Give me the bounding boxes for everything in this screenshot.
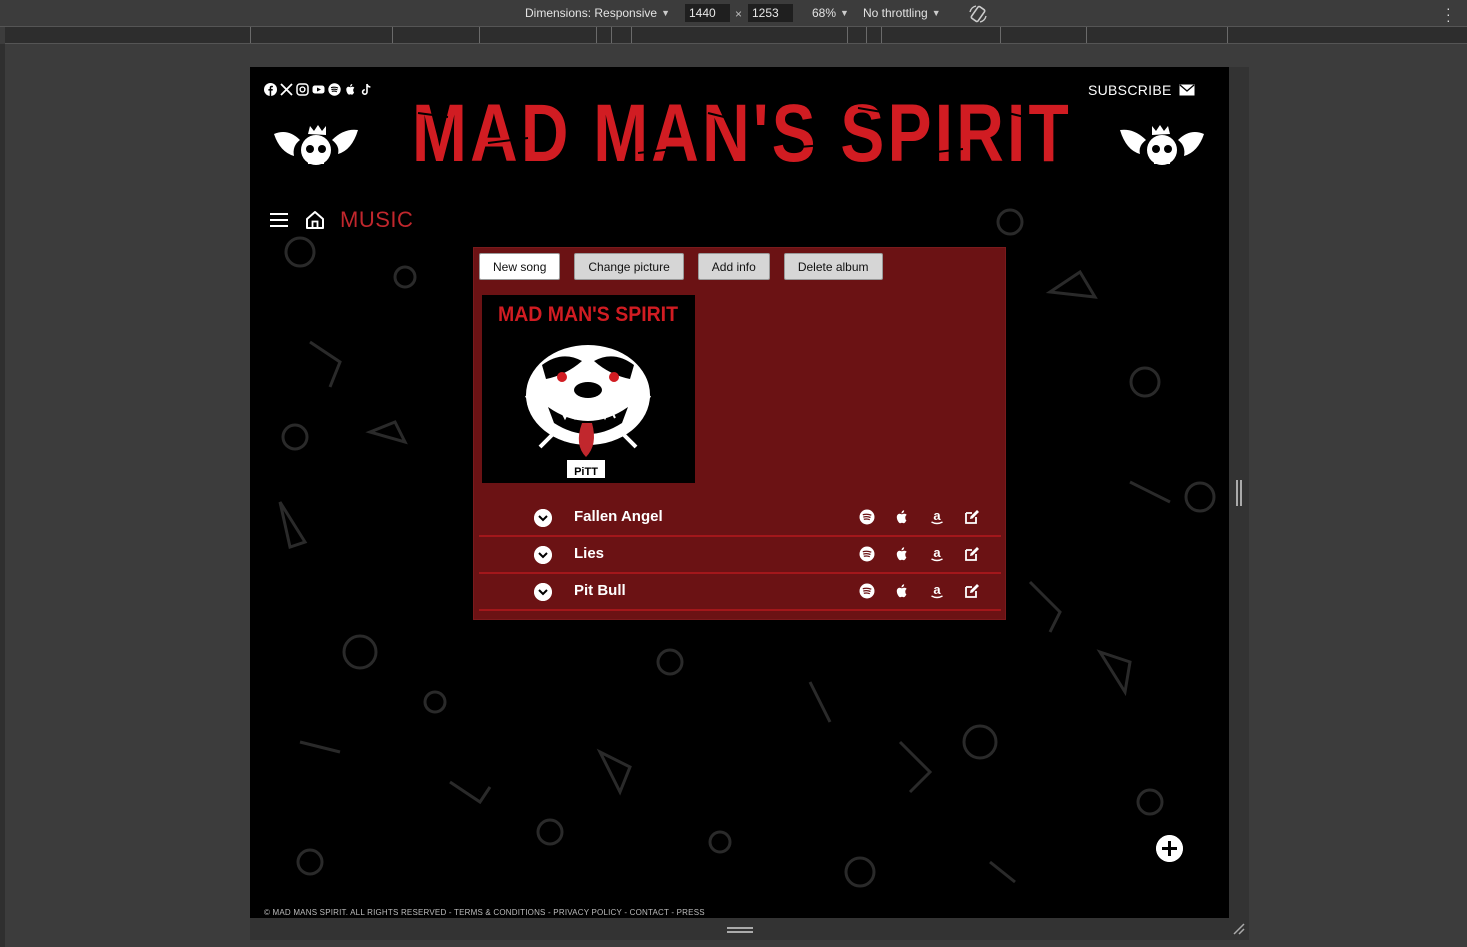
envelope-icon [1179,84,1195,96]
facebook-icon[interactable] [264,83,277,96]
apple-icon[interactable] [894,509,910,525]
chevron-down-icon[interactable] [534,546,552,564]
spotify-icon[interactable] [859,546,875,562]
throttling-dropdown[interactable]: No throttling ▼ [863,6,941,20]
track-links: a [859,509,980,525]
edit-icon[interactable] [964,509,980,525]
more-options-icon[interactable]: · · · [1446,1,1451,27]
album-actions: New song Change picture Add info Delete … [479,253,883,280]
amazon-icon[interactable]: a [929,509,945,525]
logo-text: MAD MAN'S SPIRIT [412,88,1072,179]
instagram-icon[interactable] [296,83,309,96]
site-logo[interactable]: MAD MAN'S SPIRIT [408,83,1076,181]
subscribe-link[interactable]: SUBSCRIBE [1088,82,1195,98]
svg-text:a: a [933,583,941,597]
track-row: Fallen Angel a [479,500,1001,537]
devtools-device-toolbar: Dimensions: Responsive ▼ × 68% ▼ No thro… [0,0,1467,27]
change-picture-button[interactable]: Change picture [574,253,684,280]
chevron-down-icon[interactable] [534,583,552,601]
add-info-button[interactable]: Add info [697,253,770,280]
chevron-down-icon[interactable] [534,509,552,527]
youtube-icon[interactable] [312,83,325,96]
viewport-width-input[interactable] [685,4,730,22]
rotate-icon[interactable] [968,4,988,24]
amazon-icon[interactable]: a [929,546,945,562]
resize-handle-corner[interactable] [1232,922,1246,936]
spotify-icon[interactable] [859,583,875,599]
delete-album-button[interactable]: Delete album [783,253,883,280]
track-links: a [859,546,980,562]
viewport-height-input[interactable] [748,4,793,22]
spotify-icon[interactable] [859,509,875,525]
svg-text:a: a [933,546,941,560]
track-links: a [859,583,980,599]
zoom-label: 68% [812,6,837,20]
track-row: Lies a [479,537,1001,574]
cover-caption-text: PiTT [574,466,598,478]
apple-icon[interactable] [894,546,910,562]
svg-text:a: a [933,509,941,523]
devtools-left-strip [0,44,5,947]
album-cover[interactable]: MAD MAN'S SPIRIT PiTT [482,295,695,483]
track-row: Pit Bull a [479,574,1001,611]
track-title: Pit Bull [574,582,626,599]
dimension-separator: × [735,7,743,21]
subscribe-label: SUBSCRIBE [1088,82,1172,98]
site-footer: © MAD MANS SPIRIT. ALL RIGHTS RESERVED -… [264,908,705,917]
track-title: Lies [574,545,605,562]
caret-down-icon: ▼ [661,8,670,18]
throttling-label: No throttling [863,6,928,20]
dimensions-dropdown[interactable]: Dimensions: Responsive ▼ [525,6,670,20]
add-album-button[interactable] [1156,835,1183,862]
zoom-dropdown[interactable]: 68% ▼ [812,6,849,20]
media-query-ruler [5,27,1467,44]
apple-icon[interactable] [344,83,357,96]
spotify-icon[interactable] [328,83,341,96]
resize-handle-bottom[interactable] [727,927,753,933]
page-nav: MUSIC [270,207,413,233]
emulated-viewport: SUBSCRIBE MAD MAN'S SPIRIT MUSIC New son… [250,67,1229,918]
album-panel: New song Change picture Add info Delete … [473,247,1006,620]
cover-title-text: MAD MAN'S SPIRIT [498,303,678,326]
x-icon[interactable] [280,83,293,96]
edit-icon[interactable] [964,583,980,599]
amazon-icon[interactable]: a [929,583,945,599]
winged-skull-logo [274,125,358,165]
menu-icon[interactable] [270,213,288,227]
page-title: MUSIC [340,207,414,232]
resize-handle-right[interactable] [1236,480,1242,506]
caret-down-icon: ▼ [931,8,941,18]
tiktok-icon[interactable] [360,83,373,96]
track-list: Fallen Angel a Lies a Pit Bull a [479,500,1001,611]
edit-icon[interactable] [964,546,980,562]
apple-icon[interactable] [894,583,910,599]
social-links [264,83,373,96]
home-icon[interactable] [304,209,326,231]
winged-skull-logo [1120,125,1204,165]
dimensions-label: Dimensions: Responsive [525,6,658,20]
track-title: Fallen Angel [574,508,663,525]
new-song-button[interactable]: New song [479,253,561,280]
caret-down-icon: ▼ [840,8,849,18]
